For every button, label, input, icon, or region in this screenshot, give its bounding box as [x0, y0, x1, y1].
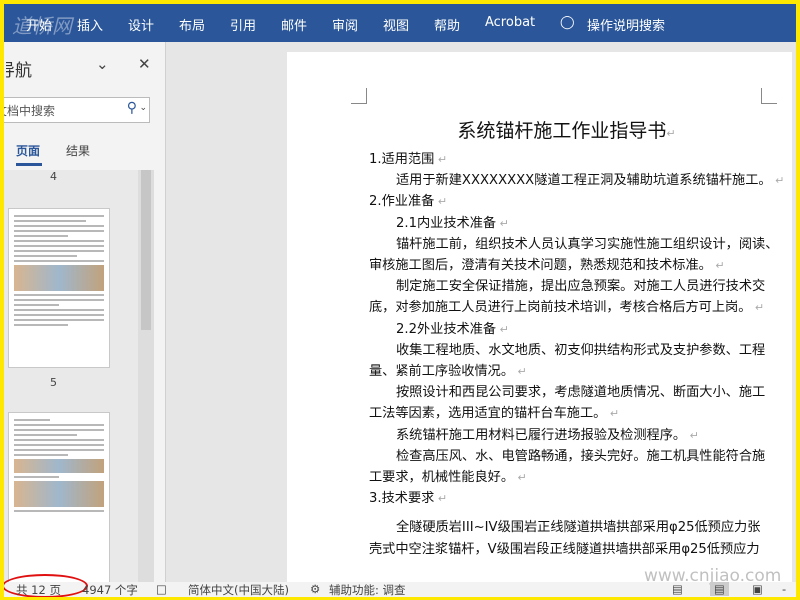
- document-paragraph-line: 按照设计和西昆公司要求，考虑隧道地质情况、断面大小、施工: [369, 382, 766, 403]
- line-text: 2.2外业技术准备: [396, 321, 497, 337]
- line-text: 系统锚杆施工用材料已履行进场报验及检测程序。: [396, 427, 687, 443]
- margin-corner: [351, 88, 367, 104]
- dropdown-icon[interactable]: ⌄: [139, 103, 147, 113]
- page-thumbnails: 4 5: [4, 170, 154, 592]
- accessibility-status[interactable]: 辅助功能: 调查: [329, 582, 406, 597]
- document-paragraph-line: 量、紧前工序验收情况。 ↵: [369, 361, 764, 382]
- page-number: 5: [50, 376, 57, 389]
- line-text: 底，对参加施工人员进行上岗前技术培训，考核合格后方可上岗。: [369, 300, 752, 316]
- paragraph-mark: ↵: [434, 153, 448, 166]
- chevron-down-icon[interactable]: ⌄: [96, 55, 109, 73]
- nav-title: 导航: [4, 61, 32, 81]
- tab-acrobat[interactable]: Acrobat: [485, 15, 535, 30]
- line-text: 工法等因素，选用适宜的锚杆台车施工。: [369, 406, 607, 422]
- search-icon[interactable]: ⚲: [127, 100, 137, 116]
- document-paragraph-line: 2.1内业技术准备 ↵: [369, 213, 764, 234]
- line-text: 制定施工安全保证措施，提出应急预案。对施工人员进行技术交: [396, 279, 766, 295]
- tell-me-search[interactable]: 操作说明搜索: [587, 15, 665, 34]
- tab-references[interactable]: 引用: [230, 15, 256, 34]
- document-title: 系统锚杆施工作业指导书↵: [457, 120, 676, 142]
- page-number: 4: [50, 170, 57, 183]
- word-window: 道桥网 开始 插入 设计 布局 引用 邮件 审阅 视图 帮助 Acrobat ◯…: [4, 4, 796, 597]
- nav-scrollbar[interactable]: [138, 170, 154, 582]
- tab-home[interactable]: 开始: [26, 15, 52, 34]
- zoom-minus[interactable]: -: [782, 582, 786, 596]
- page-count[interactable]: 共 12 页: [16, 582, 61, 597]
- line-text: 收集工程地质、水文地质、初支仰拱结构形式及支护参数、工程: [396, 342, 766, 358]
- accessibility-icon[interactable]: ⚙: [310, 582, 320, 596]
- line-text: 2.1内业技术准备: [396, 215, 497, 231]
- page-thumbnail[interactable]: [8, 208, 110, 368]
- line-text: 检查高压风、水、电管路畅通，接头完好。施工机具性能符合施: [396, 448, 766, 464]
- print-layout-icon[interactable]: ▤: [710, 582, 729, 596]
- paragraph-mark: ↵: [771, 174, 785, 188]
- paragraph-mark: ↵: [434, 195, 448, 209]
- lightbulb-icon: ◯: [560, 15, 575, 30]
- margin-corner: [761, 88, 777, 104]
- line-text: 适用于新建XXXXXXXX隧道工程正洞及辅助坑道系统锚杆施工。: [396, 173, 772, 189]
- document-paragraph-line: 收集工程地质、水文地质、初支仰拱结构形式及支护参数、工程: [369, 340, 766, 361]
- paragraph-mark: ↵: [434, 492, 448, 506]
- document-paragraph-line: 底，对参加施工人员进行上岗前技术培训，考核合格后方可上岗。 ↵: [369, 297, 764, 318]
- line-text: 2.作业准备: [369, 194, 435, 210]
- navigation-pane: 导航 ⌄ ✕ 在文档中搜索 ⚲ ⌄ 页面 结果 4 5: [4, 42, 166, 592]
- read-mode-icon[interactable]: ▤: [672, 582, 683, 596]
- line-text: 锚杆施工前，组织技术人员认真学习实施性施工组织设计，阅读、: [396, 236, 779, 252]
- page-thumbnail[interactable]: [8, 412, 110, 592]
- line-text: 壳式中空注浆锚杆，V级围岩段正线隧道拱墙拱部采用φ25低预应力: [369, 541, 760, 557]
- document-paragraph-line: 审核施工图后，澄清有关技术问题，熟悉规范和技术标准。 ↵: [369, 255, 764, 276]
- tab-review[interactable]: 审阅: [332, 15, 358, 34]
- tab-insert[interactable]: 插入: [77, 15, 103, 34]
- document-paragraph-line: 检查高压风、水、电管路畅通，接头完好。施工机具性能符合施: [369, 446, 766, 467]
- nav-tab-results[interactable]: 结果: [66, 142, 90, 159]
- line-text: 量、紧前工序验收情况。: [369, 364, 515, 380]
- tab-view[interactable]: 视图: [383, 15, 409, 34]
- proofing-icon[interactable]: □: [156, 582, 167, 596]
- line-text: 全隧硬质岩III~IV级围岩正线隧道拱墙拱部采用φ25低预应力张: [396, 520, 761, 536]
- nav-tab-pages[interactable]: 页面: [16, 142, 43, 166]
- document-body[interactable]: 系统锚杆施工作业指导书↵ 1.适用范围 ↵ 适用于新建XXXXXXXX隧道工程正洞…: [369, 118, 784, 560]
- line-text: 1.适用范围: [369, 152, 435, 167]
- document-paragraph-line: 适用于新建XXXXXXXX隧道工程正洞及辅助坑道系统锚杆施工。 ↵: [369, 170, 784, 191]
- paragraph-mark: ↵: [751, 301, 765, 315]
- document-paragraph-line: 工法等因素，选用适宜的锚杆台车施工。 ↵: [369, 403, 764, 424]
- document-paragraph-line: 2.作业准备 ↵: [369, 191, 764, 212]
- word-count[interactable]: 4947 个字: [82, 582, 138, 597]
- document-paragraph-line: 锚杆施工前，组织技术人员认真学习实施性施工组织设计，阅读、: [369, 234, 778, 255]
- paragraph-mark: ↵: [496, 216, 509, 230]
- document-paragraph-line: 工要求，机械性能良好。 ↵: [369, 467, 764, 488]
- tab-layout[interactable]: 布局: [179, 15, 205, 34]
- tab-mailings[interactable]: 邮件: [281, 15, 307, 34]
- line-text: 工要求，机械性能良好。: [369, 470, 515, 486]
- nav-search-input[interactable]: 在文档中搜索 ⚲ ⌄: [4, 97, 150, 123]
- ribbon-tabs: 道桥网 开始 插入 设计 布局 引用 邮件 审阅 视图 帮助 Acrobat ◯…: [4, 4, 796, 42]
- paragraph-mark: ↵: [606, 407, 620, 421]
- tab-design[interactable]: 设计: [128, 15, 154, 34]
- document-paragraph-line: 1.适用范围 ↵: [369, 149, 764, 170]
- document-paragraph-line: 全隧硬质岩III~IV级围岩正线隧道拱墙拱部采用φ25低预应力张: [369, 517, 764, 538]
- language-status[interactable]: 简体中文(中国大陆): [188, 582, 289, 597]
- status-bar: 共 12 页 4947 个字 □ 简体中文(中国大陆) ⚙ 辅助功能: 调查 w…: [4, 566, 796, 597]
- line-text: 3.技术要求: [369, 491, 435, 507]
- paragraph-mark: ↵: [496, 322, 509, 336]
- paragraph-mark: ↵: [514, 365, 527, 379]
- line-text: 按照设计和西昆公司要求，考虑隧道地质情况、断面大小、施工: [396, 385, 766, 401]
- tab-help[interactable]: 帮助: [434, 15, 460, 34]
- paragraph-mark: ↵: [711, 259, 725, 273]
- document-paragraph-line: 2.2外业技术准备 ↵: [369, 319, 764, 340]
- document-paragraph-line: 系统锚杆施工用材料已履行进场报验及检测程序。 ↵: [369, 425, 764, 446]
- document-paragraph-line: 壳式中空注浆锚杆，V级围岩段正线隧道拱墙拱部采用φ25低预应力: [369, 539, 764, 560]
- close-icon[interactable]: ✕: [138, 55, 151, 73]
- document-paragraph-line: 制定施工安全保证措施，提出应急预案。对施工人员进行技术交: [369, 276, 766, 297]
- paragraph-mark: ↵: [514, 471, 527, 485]
- document-paragraph-line: 3.技术要求 ↵: [369, 488, 764, 509]
- document-page[interactable]: 系统锚杆施工作业指导书↵ 1.适用范围 ↵ 适用于新建XXXXXXXX隧道工程正洞…: [287, 52, 792, 592]
- line-text: 审核施工图后，澄清有关技术问题，熟悉规范和技术标准。: [369, 258, 712, 274]
- search-placeholder: 在文档中搜索: [4, 104, 56, 118]
- web-layout-icon[interactable]: ▣: [752, 582, 763, 596]
- paragraph-mark: ↵: [686, 428, 699, 442]
